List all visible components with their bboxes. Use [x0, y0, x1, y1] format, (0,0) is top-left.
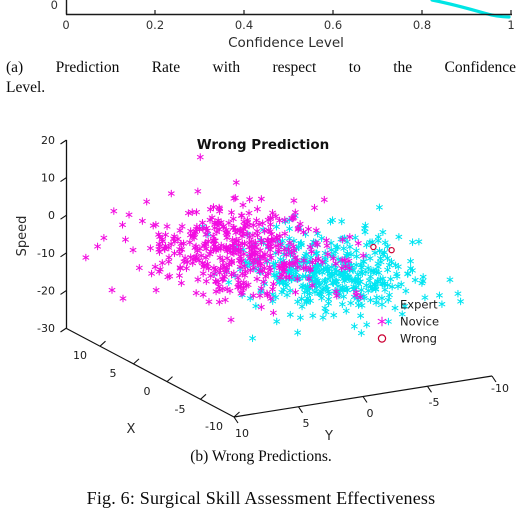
- x-axis-title: Confidence Level: [228, 35, 344, 51]
- z-tick-label-3: -10: [37, 247, 55, 260]
- x-tick-label-2: 0: [144, 385, 151, 398]
- z-tick-label-1: 10: [41, 172, 55, 185]
- legend-label-expert: Expert: [400, 298, 438, 312]
- z-tick-label-0: 20: [41, 134, 55, 147]
- x-tick-label-5: 1: [507, 18, 514, 32]
- y-tick-label-3: -5: [429, 396, 440, 409]
- caption-a-line2: Level.: [6, 79, 46, 96]
- y-tick-label-0: 0: [51, 0, 58, 12]
- caption-a-line1: (a) Prediction Rate with respect to the …: [6, 59, 516, 76]
- y-tick-label-4: -10: [491, 382, 509, 395]
- z-tick-label-4: -20: [37, 284, 55, 297]
- wrong-prediction-3d-scatter: Wrong Prediction 20 10 0 -10 -20 -30 Spe…: [0, 126, 522, 446]
- x-tick-label-4: 0.8: [413, 18, 431, 32]
- x-tick-label-4: -10: [205, 420, 223, 433]
- caption-b: (b) Wrong Predictions.: [190, 448, 332, 465]
- y-axis-title: Y: [324, 429, 333, 444]
- x-tick-label-1: 0.2: [146, 18, 164, 32]
- legend-label-wrong: Wrong: [400, 332, 437, 346]
- prediction-rate-chart: 0 0 0.2 0.4 0.6 0.8 1 Confidence Level: [0, 0, 522, 52]
- x-axis-title: X: [127, 422, 136, 437]
- x-tick-label-0: 0: [62, 18, 69, 32]
- z-axis-title: Speed: [15, 216, 30, 257]
- plot-title: Wrong Prediction: [197, 137, 330, 153]
- figure-caption-text: Fig. 6: Surgical Skill Assessment Effect…: [86, 488, 436, 508]
- scatter-series-novice: [82, 153, 367, 324]
- figure-caption: Fig. 6: Surgical Skill Assessment Effect…: [0, 488, 522, 514]
- y-axis-ticks: [233, 375, 497, 424]
- x-tick-label-1: 5: [110, 367, 117, 380]
- x-tick-label-3: -5: [175, 403, 186, 416]
- x-tick-label-2: 0.4: [235, 18, 253, 32]
- x-axis-line: [66, 327, 235, 418]
- z-tick-label-5: -30: [37, 322, 55, 335]
- x-axis-ticks: [99, 340, 240, 418]
- x-tick-label-3: 0.6: [324, 18, 342, 32]
- figure-page: 0 0 0.2 0.4 0.6 0.8 1 Confidence Level (…: [0, 0, 522, 514]
- scatter-points: [82, 153, 464, 343]
- legend-label-novice: Novice: [400, 315, 439, 329]
- z-axis-ticks: [60, 139, 67, 333]
- z-tick-label-2: 0: [48, 209, 55, 222]
- legend-marker-wrong: [377, 334, 387, 343]
- y-tick-label-1: 5: [303, 417, 310, 430]
- y-tick-label-2: 0: [367, 407, 374, 420]
- y-tick-label-0: 10: [235, 427, 249, 440]
- caption-a: (a) Prediction Rate with respect to the …: [6, 58, 516, 98]
- legend-marker-novice: [377, 316, 387, 327]
- x-tick-label-0: 10: [73, 349, 87, 362]
